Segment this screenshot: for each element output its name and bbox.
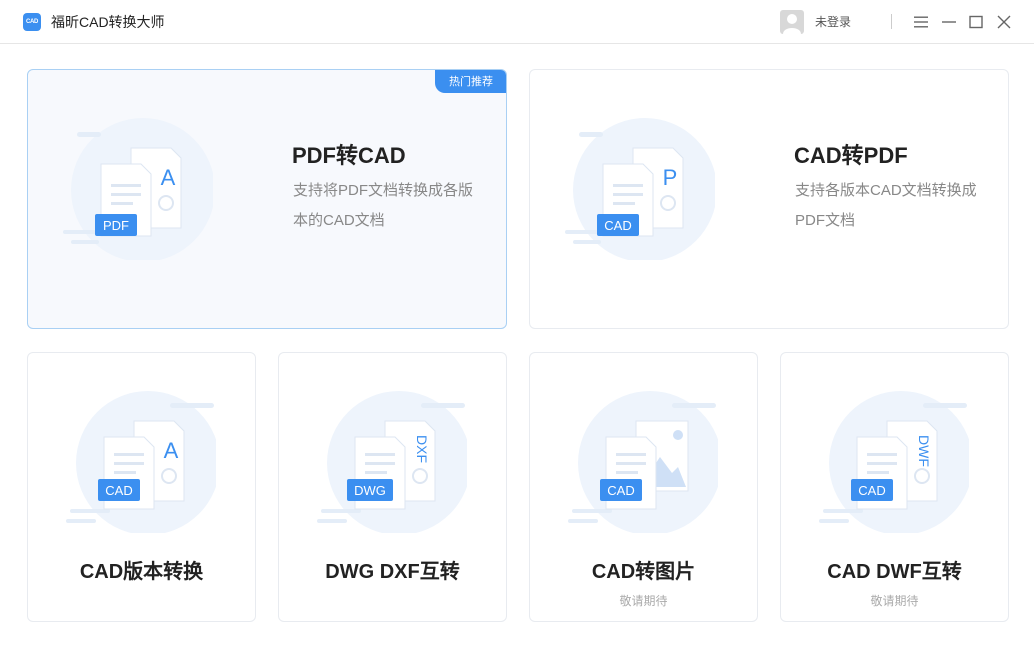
card-description: 支持将PDF文档转换成各版本的CAD文档	[293, 182, 474, 229]
card-cad-to-image[interactable]: CAD CAD转图片 敬请期待	[529, 352, 758, 622]
dwg-dxf-icon: DXF DWG	[317, 391, 467, 533]
login-status[interactable]: 未登录	[815, 14, 851, 30]
card-subtitle: 敬请期待	[619, 594, 668, 608]
user-icon	[783, 14, 801, 34]
card-description: 支持各版本CAD文档转换成PDF文档	[795, 182, 977, 229]
minimize-button[interactable]	[939, 12, 959, 32]
card-title: CAD转PDF	[794, 143, 908, 168]
card-title: PDF转CAD	[292, 143, 406, 168]
title-bar: CAD 福昕CAD转换大师 未登录	[0, 0, 1034, 44]
doc-tag: CAD	[604, 218, 631, 233]
doc-glyph: DWF	[916, 435, 932, 467]
close-icon	[997, 15, 1011, 29]
card-pdf-to-cad[interactable]: 热门推荐 A PDF PDF转CAD 支持将PDF文档转换成各版本的CAD文档	[27, 69, 507, 329]
app-title: 福昕CAD转换大师	[51, 14, 165, 30]
hot-recommend-badge: 热门推荐	[435, 70, 506, 93]
card-title: CAD DWF互转	[827, 561, 962, 583]
close-button[interactable]	[994, 12, 1014, 32]
card-title: CAD转图片	[591, 561, 696, 583]
card-cad-to-pdf[interactable]: P CAD CAD转PDF 支持各版本CAD文档转换成PDF文档	[529, 69, 1009, 329]
menu-button[interactable]	[911, 12, 931, 32]
card-title: DWG DXF互转	[325, 561, 460, 583]
card-dwg-dxf-convert[interactable]: DXF DWG DWG DXF互转	[278, 352, 507, 622]
cad-version-icon: A CAD	[66, 391, 216, 533]
doc-glyph: DXF	[414, 435, 430, 463]
avatar[interactable]	[780, 10, 804, 34]
doc-tag: CAD	[858, 483, 885, 498]
doc-glyph: A	[164, 438, 179, 463]
cad-to-image-icon: CAD	[568, 391, 718, 533]
pdf-to-cad-icon: A PDF	[63, 118, 213, 260]
maximize-icon	[969, 15, 983, 29]
cad-to-pdf-icon: P CAD	[565, 118, 715, 260]
doc-tag: CAD	[607, 483, 634, 498]
maximize-button[interactable]	[966, 12, 986, 32]
app-logo-text: CAD	[25, 19, 39, 25]
titlebar-divider	[891, 14, 892, 29]
doc-tag: DWG	[354, 483, 386, 498]
doc-tag: PDF	[103, 218, 129, 233]
doc-glyph: P	[663, 165, 678, 190]
app-logo-icon: CAD	[23, 13, 41, 31]
doc-tag: CAD	[105, 483, 132, 498]
card-subtitle: 敬请期待	[870, 594, 919, 608]
cad-dwf-icon: DWF CAD	[819, 391, 969, 533]
card-cad-version-convert[interactable]: A CAD CAD版本转换	[27, 352, 256, 622]
minimize-icon	[942, 21, 956, 23]
menu-icon	[914, 16, 928, 28]
card-cad-dwf-convert[interactable]: DWF CAD CAD DWF互转 敬请期待	[780, 352, 1009, 622]
card-title: CAD版本转换	[79, 561, 204, 583]
doc-glyph: A	[161, 165, 176, 190]
